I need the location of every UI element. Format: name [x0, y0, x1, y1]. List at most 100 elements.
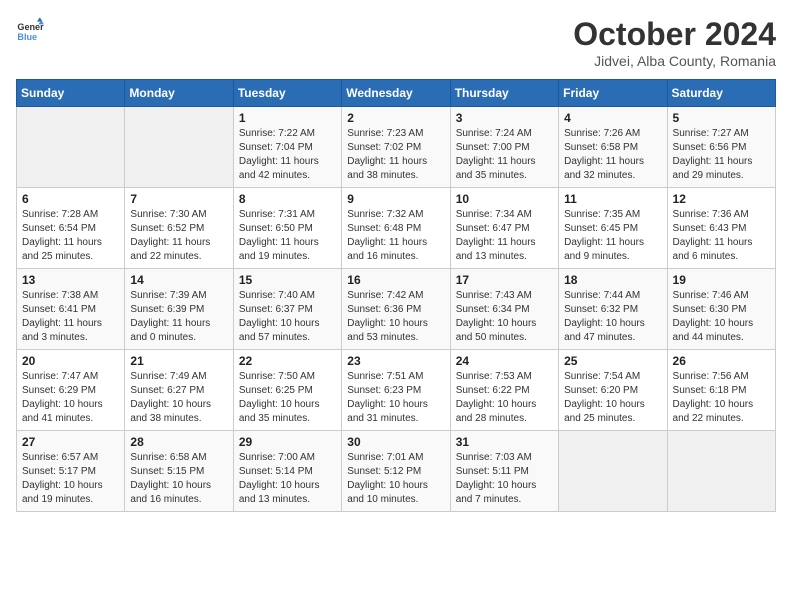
calendar-cell [125, 107, 233, 188]
calendar-cell: 30 Sunrise: 7:01 AMSunset: 5:12 PMDayligh… [342, 431, 450, 512]
day-info: Sunrise: 7:56 AMSunset: 6:18 PMDaylight:… [673, 370, 770, 426]
day-number: 24 [456, 354, 553, 368]
day-number: 27 [22, 435, 119, 449]
calendar-cell: 18Sunrise: 7:44 AMSunset: 6:32 PMDayligh… [559, 269, 667, 350]
day-number: 15 [239, 273, 336, 287]
page-header: General Blue October 2024 Jidvei, Alba C… [16, 16, 776, 69]
calendar-cell [667, 431, 775, 512]
logo: General Blue [16, 16, 44, 44]
day-info: Sunrise: 7:34 AMSunset: 6:47 PMDaylight:… [456, 208, 553, 264]
calendar-cell: 2 Sunrise: 7:23 AMSunset: 7:02 PMDaylight… [342, 107, 450, 188]
day-info: Sunrise: 7:50 AMSunset: 6:25 PMDaylight:… [239, 370, 336, 426]
calendar-cell: 31 Sunrise: 7:03 AMSunset: 5:11 PMDayligh… [450, 431, 558, 512]
calendar-week-row: 20 Sunrise: 7:47 AMSunset: 6:29 PMDayligh… [17, 350, 776, 431]
day-info: Sunrise: 6:58 AMSunset: 5:15 PMDaylight:… [130, 451, 227, 507]
day-info: Sunrise: 7:35 AMSunset: 6:45 PMDaylight:… [564, 208, 661, 264]
day-number: 26 [673, 354, 770, 368]
calendar-cell: 13 Sunrise: 7:38 AMSunset: 6:41 PMDayligh… [17, 269, 125, 350]
weekday-header-thursday: Thursday [450, 80, 558, 107]
calendar-cell: 7 Sunrise: 7:30 AMSunset: 6:52 PMDaylight… [125, 188, 233, 269]
day-info: Sunrise: 7:28 AMSunset: 6:54 PMDaylight:… [22, 208, 119, 264]
calendar-cell: 23 Sunrise: 7:51 AMSunset: 6:23 PMDayligh… [342, 350, 450, 431]
day-number: 11 [564, 192, 661, 206]
calendar-cell: 10 Sunrise: 7:34 AMSunset: 6:47 PMDayligh… [450, 188, 558, 269]
day-number: 14 [130, 273, 227, 287]
day-info: Sunrise: 7:38 AMSunset: 6:41 PMDaylight:… [22, 289, 119, 345]
day-number: 25 [564, 354, 661, 368]
day-number: 12 [673, 192, 770, 206]
day-number: 5 [673, 111, 770, 125]
calendar-cell: 6 Sunrise: 7:28 AMSunset: 6:54 PMDaylight… [17, 188, 125, 269]
day-info: Sunrise: 7:36 AMSunset: 6:43 PMDaylight:… [673, 208, 770, 264]
calendar-cell: 4 Sunrise: 7:26 AMSunset: 6:58 PMDaylight… [559, 107, 667, 188]
calendar-cell: 28Sunrise: 6:58 AMSunset: 5:15 PMDayligh… [125, 431, 233, 512]
day-info: Sunrise: 7:26 AMSunset: 6:58 PMDaylight:… [564, 127, 661, 183]
weekday-header-tuesday: Tuesday [233, 80, 341, 107]
day-number: 17 [456, 273, 553, 287]
day-info: Sunrise: 7:43 AMSunset: 6:34 PMDaylight:… [456, 289, 553, 345]
calendar-cell [559, 431, 667, 512]
day-number: 13 [22, 273, 119, 287]
calendar-week-row: 1Sunrise: 7:22 AMSunset: 7:04 PMDaylight… [17, 107, 776, 188]
day-number: 8 [239, 192, 336, 206]
calendar-cell: 3Sunrise: 7:24 AMSunset: 7:00 PMDaylight… [450, 107, 558, 188]
calendar-cell: 26 Sunrise: 7:56 AMSunset: 6:18 PMDayligh… [667, 350, 775, 431]
day-number: 9 [347, 192, 444, 206]
calendar-cell: 25 Sunrise: 7:54 AMSunset: 6:20 PMDayligh… [559, 350, 667, 431]
day-info: Sunrise: 7:47 AMSunset: 6:29 PMDaylight:… [22, 370, 119, 426]
day-info: Sunrise: 7:46 AMSunset: 6:30 PMDaylight:… [673, 289, 770, 345]
day-number: 23 [347, 354, 444, 368]
day-number: 31 [456, 435, 553, 449]
calendar-cell: 9Sunrise: 7:32 AMSunset: 6:48 PMDaylight… [342, 188, 450, 269]
weekday-header-saturday: Saturday [667, 80, 775, 107]
calendar-cell: 20 Sunrise: 7:47 AMSunset: 6:29 PMDayligh… [17, 350, 125, 431]
day-number: 4 [564, 111, 661, 125]
day-number: 30 [347, 435, 444, 449]
day-info: Sunrise: 7:54 AMSunset: 6:20 PMDaylight:… [564, 370, 661, 426]
day-number: 29 [239, 435, 336, 449]
day-info: Sunrise: 7:42 AMSunset: 6:36 PMDaylight:… [347, 289, 444, 345]
day-info: Sunrise: 7:27 AMSunset: 6:56 PMDaylight:… [673, 127, 770, 183]
calendar-cell [17, 107, 125, 188]
day-number: 3 [456, 111, 553, 125]
calendar-cell: 1Sunrise: 7:22 AMSunset: 7:04 PMDaylight… [233, 107, 341, 188]
calendar-cell: 19Sunrise: 7:46 AMSunset: 6:30 PMDayligh… [667, 269, 775, 350]
weekday-header-row: SundayMondayTuesdayWednesdayThursdayFrid… [17, 80, 776, 107]
day-number: 10 [456, 192, 553, 206]
day-number: 6 [22, 192, 119, 206]
calendar-cell: 24Sunrise: 7:53 AMSunset: 6:22 PMDayligh… [450, 350, 558, 431]
day-info: Sunrise: 7:49 AMSunset: 6:27 PMDaylight:… [130, 370, 227, 426]
day-info: Sunrise: 6:57 AMSunset: 5:17 PMDaylight:… [22, 451, 119, 507]
svg-text:Blue: Blue [17, 32, 37, 42]
day-info: Sunrise: 7:03 AMSunset: 5:11 PMDaylight:… [456, 451, 553, 507]
weekday-header-wednesday: Wednesday [342, 80, 450, 107]
day-number: 18 [564, 273, 661, 287]
day-number: 22 [239, 354, 336, 368]
location-subtitle: Jidvei, Alba County, Romania [573, 53, 776, 69]
calendar-cell: 11 Sunrise: 7:35 AMSunset: 6:45 PMDayligh… [559, 188, 667, 269]
calendar-cell: 15Sunrise: 7:40 AMSunset: 6:37 PMDayligh… [233, 269, 341, 350]
logo-icon: General Blue [16, 16, 44, 44]
day-info: Sunrise: 7:39 AMSunset: 6:39 PMDaylight:… [130, 289, 227, 345]
day-number: 20 [22, 354, 119, 368]
calendar-cell: 27 Sunrise: 6:57 AMSunset: 5:17 PMDayligh… [17, 431, 125, 512]
calendar-table: SundayMondayTuesdayWednesdayThursdayFrid… [16, 79, 776, 512]
day-info: Sunrise: 7:01 AMSunset: 5:12 PMDaylight:… [347, 451, 444, 507]
day-number: 7 [130, 192, 227, 206]
calendar-week-row: 13 Sunrise: 7:38 AMSunset: 6:41 PMDayligh… [17, 269, 776, 350]
calendar-cell: 14 Sunrise: 7:39 AMSunset: 6:39 PMDayligh… [125, 269, 233, 350]
calendar-cell: 16 Sunrise: 7:42 AMSunset: 6:36 PMDayligh… [342, 269, 450, 350]
day-info: Sunrise: 7:30 AMSunset: 6:52 PMDaylight:… [130, 208, 227, 264]
day-number: 16 [347, 273, 444, 287]
calendar-cell: 5 Sunrise: 7:27 AMSunset: 6:56 PMDaylight… [667, 107, 775, 188]
day-number: 2 [347, 111, 444, 125]
day-info: Sunrise: 7:23 AMSunset: 7:02 PMDaylight:… [347, 127, 444, 183]
day-info: Sunrise: 7:51 AMSunset: 6:23 PMDaylight:… [347, 370, 444, 426]
calendar-week-row: 6 Sunrise: 7:28 AMSunset: 6:54 PMDaylight… [17, 188, 776, 269]
calendar-week-row: 27 Sunrise: 6:57 AMSunset: 5:17 PMDayligh… [17, 431, 776, 512]
month-title: October 2024 [573, 16, 776, 53]
weekday-header-monday: Monday [125, 80, 233, 107]
calendar-cell: 29Sunrise: 7:00 AMSunset: 5:14 PMDayligh… [233, 431, 341, 512]
weekday-header-sunday: Sunday [17, 80, 125, 107]
day-number: 1 [239, 111, 336, 125]
